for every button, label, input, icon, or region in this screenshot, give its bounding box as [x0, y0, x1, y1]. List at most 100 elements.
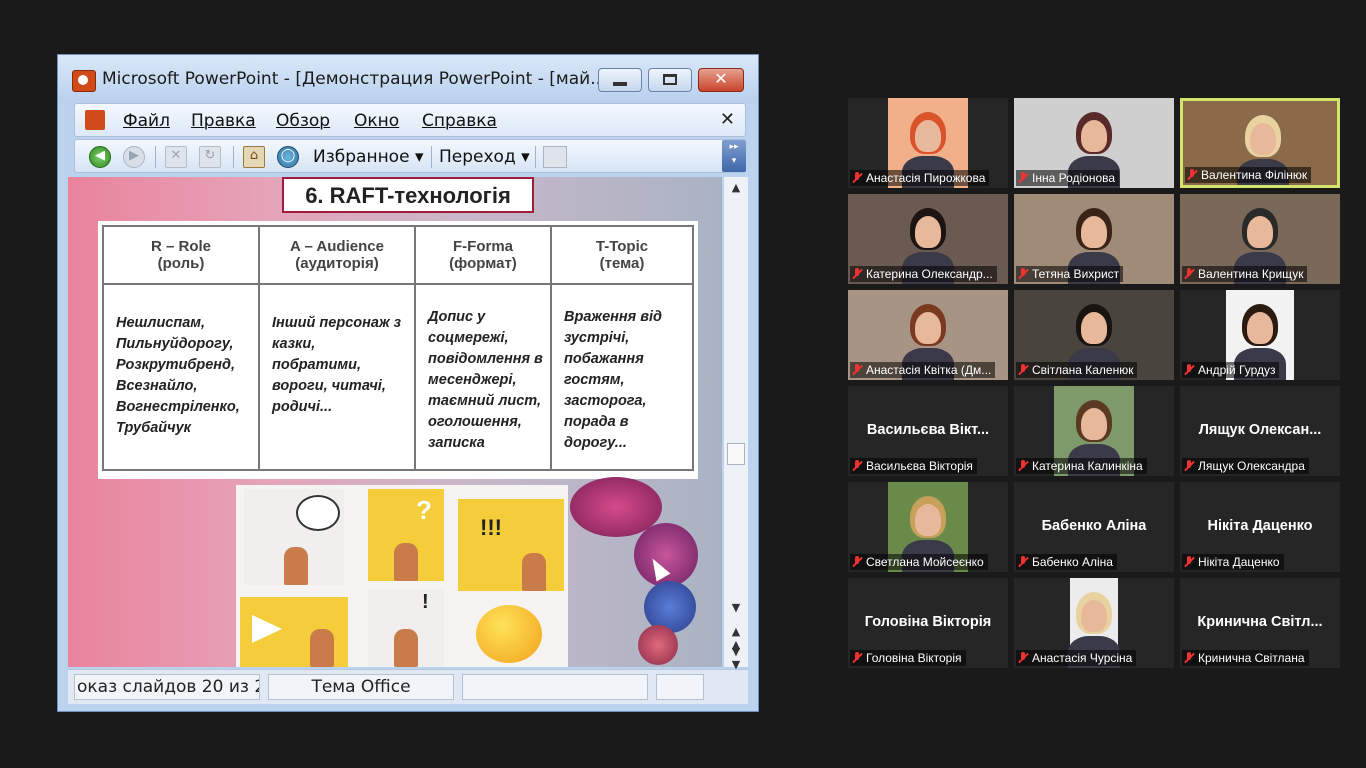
- participant-tile[interactable]: Бабенко Аліна Бабенко Аліна: [1014, 482, 1174, 572]
- participant-name-label: Головіна Вікторія: [850, 650, 966, 666]
- participant-name-label: Анастасія Чурсіна: [1016, 650, 1137, 666]
- window-title: Microsoft PowerPoint - [Демонстрация Pow…: [102, 69, 607, 89]
- participant-tile[interactable]: Катерина Калинкіна: [1014, 386, 1174, 476]
- next-slide-icon[interactable]: ▼ ▼: [724, 645, 748, 671]
- participant-name-label: Анастасія Пирожкова: [850, 170, 990, 186]
- muted-mic-icon: [1184, 268, 1194, 280]
- favorites-menu[interactable]: Избранное ▾: [313, 147, 423, 167]
- participant-display-name: Кринична Світл...: [1197, 614, 1323, 630]
- participant-name-label: Андрій Гурдуз: [1182, 362, 1280, 378]
- participant-tile[interactable]: Катерина Олександр...: [848, 194, 1008, 284]
- participant-tile[interactable]: Васильєва Вікт... Васильєва Вікторія: [848, 386, 1008, 476]
- maximize-button[interactable]: [648, 68, 692, 92]
- participant-name: Лящук Олександра: [1198, 459, 1305, 473]
- refresh-icon[interactable]: ↻: [199, 146, 221, 168]
- participant-name-label: Кринична Світлана: [1182, 650, 1309, 666]
- powerpoint-window: Microsoft PowerPoint - [Демонстрация Pow…: [57, 54, 759, 712]
- participant-tile[interactable]: Анастасія Пирожкова: [848, 98, 1008, 188]
- toolbar-separator: [431, 146, 432, 168]
- forward-icon[interactable]: ▶: [123, 146, 145, 168]
- participant-name: Валентина Крищук: [1198, 267, 1304, 281]
- minimize-button[interactable]: [598, 68, 642, 92]
- participant-tile[interactable]: Головіна Вікторія Головіна Вікторія: [848, 578, 1008, 668]
- close-icon: ✕: [714, 69, 728, 88]
- participant-name: Кринична Світлана: [1198, 651, 1305, 665]
- scrollbar-thumb[interactable]: [727, 443, 745, 465]
- menu-help[interactable]: Справка: [422, 111, 497, 131]
- participant-tile[interactable]: Андрій Гурдуз: [1180, 290, 1340, 380]
- participant-display-name: Нікіта Даценко: [1207, 518, 1313, 534]
- status-bar: оказ слайдов 20 из 2 Тема Office: [68, 669, 748, 704]
- muted-mic-icon: [1018, 556, 1028, 568]
- participant-tile[interactable]: Анастасія Чурсіна: [1014, 578, 1174, 668]
- vertical-scrollbar[interactable]: ▲ ▼ ▲ ▲ ▼ ▼: [724, 177, 748, 671]
- toolbar-separator: [233, 146, 234, 168]
- participant-name-label: Валентина Крищук: [1182, 266, 1308, 282]
- raft-table: R – Role (роль) A – Audience (аудиторія) F…: [98, 221, 698, 479]
- muted-mic-icon: [852, 172, 862, 184]
- web-toolbar: ◀ ▶ ✕ ↻ ⌂ ◯ Избранное ▾ Переход ▾: [74, 139, 746, 173]
- table-cell: Допис у соцмережі, повідомлення в месенд…: [414, 283, 552, 471]
- toolbar-tool-icon[interactable]: [543, 146, 567, 168]
- participant-name-label: Катерина Калинкіна: [1016, 458, 1147, 474]
- participant-tile[interactable]: Тетяна Вихрист: [1014, 194, 1174, 284]
- participant-name: Тетяна Вихрист: [1032, 267, 1120, 281]
- scroll-down-icon[interactable]: ▼: [724, 601, 748, 614]
- table-cell: Враження від зустрічі, побажання гостям,…: [550, 283, 694, 471]
- participant-tile[interactable]: Кринична Світл... Кринична Світлана: [1180, 578, 1340, 668]
- thinking-smiley-icon: [476, 605, 542, 663]
- participant-tile[interactable]: Валентина Філінюк: [1180, 98, 1340, 188]
- participant-tile[interactable]: Валентина Крищук: [1180, 194, 1340, 284]
- slide-title: 6. RAFT-технологія: [282, 177, 534, 213]
- home-icon[interactable]: ⌂: [243, 146, 265, 168]
- muted-mic-icon: [1184, 460, 1194, 472]
- participant-display-name: Лящук Олексан...: [1198, 422, 1322, 438]
- participant-tile[interactable]: Нікіта Даценко Нікіта Даценко: [1180, 482, 1340, 572]
- search-icon[interactable]: ◯: [277, 146, 299, 168]
- muted-mic-icon: [1018, 172, 1028, 184]
- menu-window[interactable]: Окно: [354, 111, 399, 131]
- toolbar-overflow-icon[interactable]: ▸▸ ▾: [722, 140, 746, 172]
- menu-file[interactable]: Файл: [123, 111, 170, 131]
- muted-mic-icon: [1184, 364, 1194, 376]
- menu-bar: Файл Правка Обзор Окно Справка ✕: [74, 103, 746, 137]
- participant-display-name: Головіна Вікторія: [864, 614, 992, 630]
- participant-name: Валентина Філінюк: [1201, 168, 1308, 182]
- stop-icon[interactable]: ✕: [165, 146, 187, 168]
- close-button[interactable]: ✕: [698, 68, 744, 92]
- slide-canvas: 6. RAFT-технологія R – Role (роль) A – Au…: [68, 177, 722, 667]
- minimize-icon: [613, 82, 627, 86]
- muted-mic-icon: [852, 652, 862, 664]
- participant-name: Андрій Гурдуз: [1198, 363, 1276, 377]
- kids-collage-image: ? !!! !: [236, 485, 568, 667]
- table-cell: Інший персонаж з казки, побратими, ворог…: [258, 283, 416, 471]
- participant-name-label: Катерина Олександр...: [850, 266, 997, 282]
- participant-name: Головіна Вікторія: [866, 651, 962, 665]
- muted-mic-icon: [1018, 364, 1028, 376]
- participant-name: Катерина Калинкіна: [1032, 459, 1143, 473]
- participant-tile[interactable]: Лящук Олексан... Лящук Олександра: [1180, 386, 1340, 476]
- menu-edit[interactable]: Правка: [191, 111, 256, 131]
- participant-name: Васильєва Вікторія: [866, 459, 973, 473]
- theme-name: Тема Office: [268, 674, 454, 700]
- participant-tile[interactable]: Анастасія Квітка (Дм...: [848, 290, 1008, 380]
- table-header: A – Audience (аудиторія): [258, 225, 416, 285]
- menu-view[interactable]: Обзор: [276, 111, 330, 131]
- participant-display-name: Бабенко Аліна: [1041, 518, 1147, 534]
- muted-mic-icon: [1184, 556, 1194, 568]
- title-bar[interactable]: Microsoft PowerPoint - [Демонстрация Pow…: [58, 55, 758, 103]
- participant-name-label: Інна Родіонова: [1016, 170, 1120, 186]
- goto-menu[interactable]: Переход ▾: [439, 147, 530, 167]
- status-cell: [656, 674, 704, 700]
- table-header: F-Forma (формат): [414, 225, 552, 285]
- back-icon[interactable]: ◀: [89, 146, 111, 168]
- participant-tile[interactable]: Інна Родіонова: [1014, 98, 1174, 188]
- table-cell: Нешлиспам, Пильнуйдорогу, Розкрутибренд,…: [102, 283, 260, 471]
- participant-name: Бабенко Аліна: [1032, 555, 1113, 569]
- muted-mic-icon: [852, 460, 862, 472]
- participant-tile[interactable]: Светлана Мойсеєнко: [848, 482, 1008, 572]
- muted-mic-icon: [852, 556, 862, 568]
- document-close-icon[interactable]: ✕: [720, 109, 735, 130]
- participant-tile[interactable]: Світлана Каленюк: [1014, 290, 1174, 380]
- scroll-up-icon[interactable]: ▲: [724, 181, 748, 194]
